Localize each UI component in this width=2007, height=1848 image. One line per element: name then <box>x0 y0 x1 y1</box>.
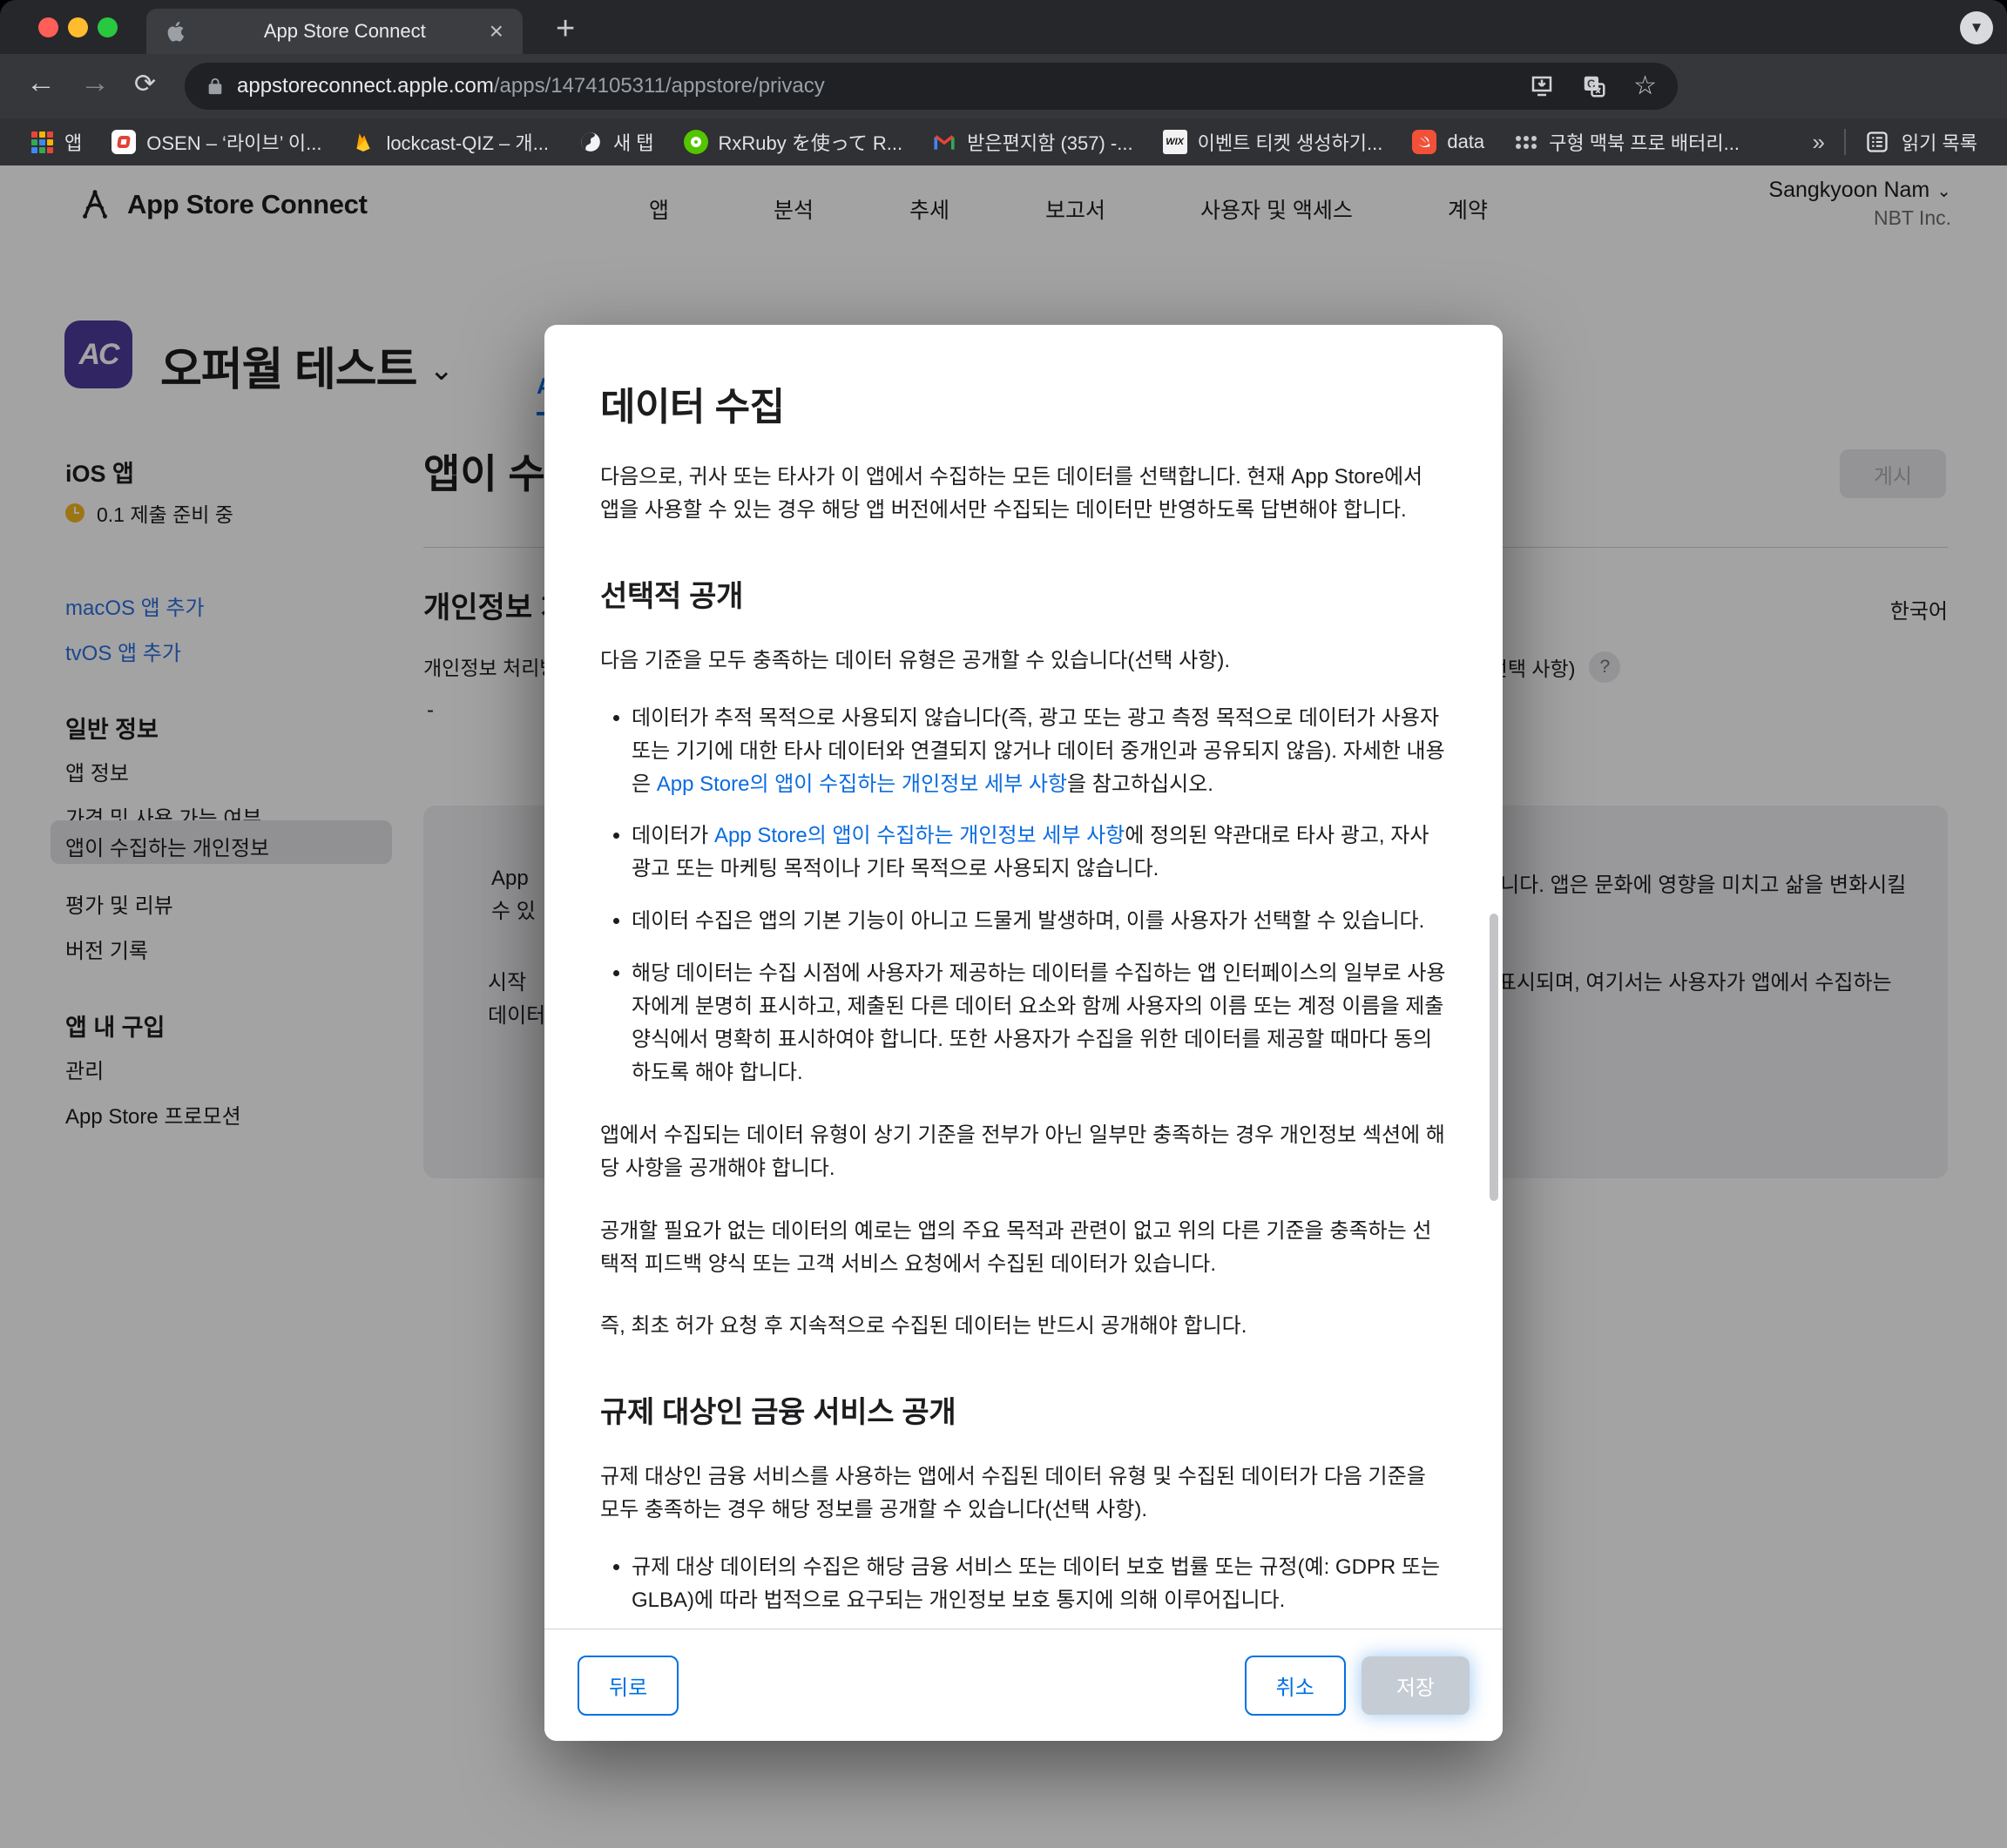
swift-icon <box>1412 130 1436 154</box>
reading-list-label: 읽기 목록 <box>1902 128 1977 156</box>
lock-icon <box>206 77 225 96</box>
criteria-text: 을 참고하십시오. <box>1067 772 1213 796</box>
data-collection-modal: 데이터 수집 다음으로, 귀사 또는 타사가 이 앱에서 수집하는 모든 데이터… <box>544 325 1503 1741</box>
bookmarks-divider <box>1844 129 1846 155</box>
bookmark-rxruby[interactable]: RxRuby を使って R... <box>684 128 903 156</box>
qiita-icon <box>684 130 708 154</box>
criteria-item: 해당 데이터는 수집 시점에 사용자가 제공하는 데이터를 수집하는 앱 인터페… <box>632 957 1447 1089</box>
bookmark-osen[interactable]: OSEN – ‘라이브’ 이... <box>112 128 321 156</box>
gmail-icon <box>932 130 956 154</box>
bookmark-label: RxRuby を使って R... <box>719 128 903 156</box>
tab-search-button[interactable]: ▼ <box>1960 11 1993 44</box>
modal-paragraph: 즉, 최초 허가 요청 후 지속적으로 수집된 데이터는 반드시 공개해야 합니… <box>600 1310 1447 1343</box>
bookmark-label: data <box>1447 131 1484 153</box>
bookmark-label: 이벤트 티켓 생성하기... <box>1198 128 1383 156</box>
firebase-icon <box>351 130 375 154</box>
back-modal-button[interactable]: 뒤로 <box>578 1656 679 1716</box>
tab-title: App Store Connect <box>202 20 488 43</box>
window-minimize-button[interactable] <box>68 17 88 37</box>
apps-grid-icon <box>30 130 54 154</box>
bookmark-label: 새 탭 <box>613 128 654 156</box>
cancel-button[interactable]: 취소 <box>1245 1656 1346 1716</box>
criteria-item: 데이터가 App Store의 앱이 수집하는 개인정보 세부 사항에 정의된 … <box>632 819 1447 886</box>
financial-criteria-list: 규제 대상 데이터의 수집은 해당 금융 서비스 또는 데이터 보호 법률 또는… <box>600 1551 1447 1629</box>
wix-icon: WIX <box>1163 130 1187 154</box>
osen-icon <box>112 130 136 154</box>
url-path: /apps/1474105311/appstore/privacy <box>494 74 825 98</box>
modal-footer: 뒤로 취소 저장 <box>544 1629 1503 1741</box>
browser-tab-strip: App Store Connect × + ▼ <box>0 0 2007 54</box>
modal-paragraph: 공개할 필요가 없는 데이터의 예로는 앱의 주요 목적과 관련이 없고 위의 … <box>600 1215 1447 1281</box>
bookmark-wix[interactable]: WIX 이벤트 티켓 생성하기... <box>1163 128 1383 156</box>
bookmark-newtab[interactable]: 새 탭 <box>578 128 654 156</box>
modal-scrollbar[interactable] <box>1490 914 1498 1201</box>
criteria-item: 규제 대상 데이터의 수집은 해당 금융 서비스 또는 데이터 보호 법률 또는… <box>632 1551 1447 1617</box>
financial-disclosure-heading: 규제 대상인 금융 서비스 공개 <box>600 1388 1447 1431</box>
tab-close-icon[interactable]: × <box>488 19 505 44</box>
modal-title: 데이터 수집 <box>600 375 1447 431</box>
forward-button[interactable]: → <box>80 66 110 100</box>
save-button[interactable]: 저장 <box>1362 1656 1470 1715</box>
bookmark-lockcast[interactable]: lockcast-QIZ – 개... <box>351 128 549 156</box>
reload-button[interactable]: ⟳ <box>134 69 156 99</box>
dots-grid-icon <box>1514 130 1538 154</box>
apple-favicon-icon <box>164 19 188 44</box>
criteria-list: 데이터가 추적 목적으로 사용되지 않습니다(즉, 광고 또는 광고 측정 목적… <box>600 702 1447 1089</box>
bookmark-label: 받은편지함 (357) -... <box>967 128 1132 156</box>
bookmarks-overflow-icon[interactable]: » <box>1812 129 1824 156</box>
modal-scroll-area[interactable]: 데이터 수집 다음으로, 귀사 또는 타사가 이 앱에서 수집하는 모든 데이터… <box>544 325 1503 1629</box>
bookmark-apps[interactable]: 앱 <box>30 128 82 156</box>
window-zoom-button[interactable] <box>98 17 118 37</box>
bookmark-label: 구형 맥북 프로 배터리... <box>1549 128 1740 156</box>
bookmark-star-icon[interactable]: ☆ <box>1633 73 1657 99</box>
bookmark-label: lockcast-QIZ – 개... <box>386 128 549 156</box>
bookmark-label: 앱 <box>64 128 82 156</box>
reading-list-button[interactable]: 읽기 목록 <box>1865 128 1977 156</box>
back-button[interactable]: ← <box>26 66 56 100</box>
optional-disclosure-heading: 선택적 공개 <box>600 572 1447 615</box>
modal-paragraph: 앱에서 수집되는 데이터 유형이 상기 기준을 전부가 아닌 일부만 충족하는 … <box>600 1119 1447 1185</box>
new-tab-button[interactable]: + <box>556 10 575 48</box>
bookmark-gmail[interactable]: 받은편지함 (357) -... <box>932 128 1132 156</box>
bookmark-label: OSEN – ‘라이브’ 이... <box>146 128 321 156</box>
reading-list-icon <box>1865 130 1889 154</box>
privacy-details-link[interactable]: App Store의 앱이 수집하는 개인정보 세부 사항 <box>657 772 1067 796</box>
globe-icon <box>578 130 603 154</box>
bookmarks-bar: 앱 OSEN – ‘라이브’ 이... lockcast-QIZ – 개... … <box>0 118 2007 165</box>
criteria-item: 데이터 수집은 앱의 기본 기능이 아니고 드물게 발생하며, 이를 사용자가 … <box>632 905 1447 938</box>
modal-intro: 다음으로, 귀사 또는 타사가 이 앱에서 수집하는 모든 데이터를 선택합니다… <box>600 461 1447 527</box>
bookmark-macbook[interactable]: 구형 맥북 프로 배터리... <box>1514 128 1740 156</box>
optional-disclosure-intro: 다음 기준을 모두 충족하는 데이터 유형은 공개할 수 있습니다(선택 사항)… <box>600 644 1447 678</box>
save-page-icon[interactable] <box>1529 73 1555 99</box>
window-close-button[interactable] <box>38 17 58 37</box>
translate-icon[interactable]: G <box>1581 73 1607 99</box>
browser-tab-active[interactable]: App Store Connect × <box>146 9 523 54</box>
bookmark-data[interactable]: data <box>1412 130 1484 154</box>
financial-disclosure-intro: 규제 대상인 금융 서비스를 사용하는 앱에서 수집된 데이터 유형 및 수집된… <box>600 1460 1447 1527</box>
privacy-details-link[interactable]: App Store의 앱이 수집하는 개인정보 세부 사항 <box>714 824 1125 847</box>
criteria-item: 데이터가 추적 목적으로 사용되지 않습니다(즉, 광고 또는 광고 측정 목적… <box>632 702 1447 801</box>
url-bar[interactable]: appstoreconnect.apple.com/apps/147410531… <box>185 63 1678 110</box>
url-host: appstoreconnect.apple.com <box>237 74 494 98</box>
criteria-text: 데이터가 <box>632 824 714 847</box>
